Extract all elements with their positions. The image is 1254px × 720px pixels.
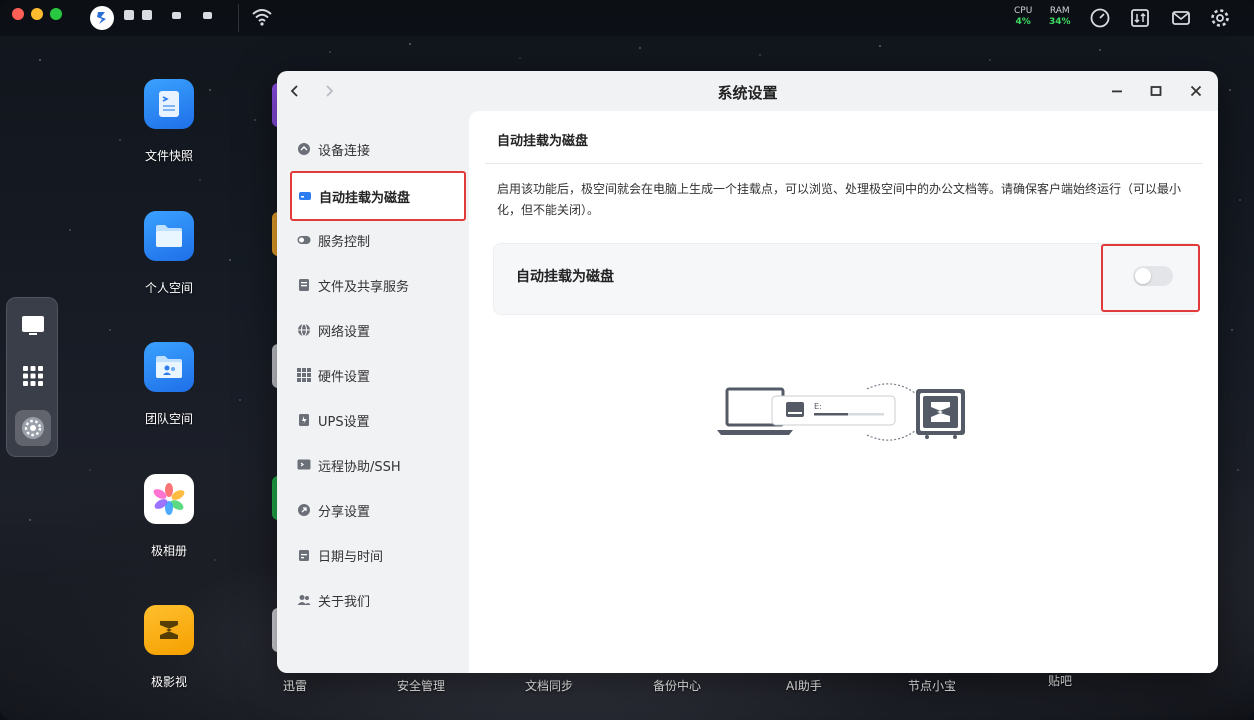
settings-sidebar: 设备连接 自动挂载为磁盘 服务控制 文件及共享服务 网络设置 硬件设置 UPS设… [277,111,469,673]
minimize-traffic-light[interactable] [31,8,43,20]
sidebar-item-hardware[interactable]: 硬件设置 [291,355,465,395]
auto-mount-card: 自动挂载为磁盘 [493,243,1200,315]
menu-bar: CPU 4% RAM 34% [0,0,1254,36]
settings-window: 系统设置 设备连接 自动挂载为磁盘 服务控制 文件及共享服务 网络设置 硬件设置… [277,71,1218,673]
sidebar-item-network[interactable]: 网络设置 [291,310,465,350]
section-divider [485,163,1202,164]
close-button[interactable] [1186,81,1206,101]
sidebar-item-label: 设备连接 [318,143,371,159]
sidebar-item-label: 硬件设置 [318,369,371,385]
desktop-icon-team-space[interactable]: 团队空间 [129,342,209,427]
bottom-app-label[interactable]: 节点小宝 [908,677,956,694]
mount-illustration: E: [717,383,969,449]
sidebar-item-ups[interactable]: UPS设置 [291,400,465,440]
desktop-icon-video[interactable]: 极影视 [129,605,209,690]
desktop-icon-label: 极相册 [150,544,187,558]
desktop-icon-photos[interactable]: 极相册 [129,474,209,559]
photos-icon [144,474,194,524]
sidebar-item-device-connection[interactable]: 设备连接 [291,129,465,169]
desktop-icon-label: 团队空间 [144,412,193,426]
desktop-icon-label: 文件快照 [144,149,193,163]
sidebar-item-label: 服务控制 [318,234,371,250]
sidebar-item-label: 日期与时间 [318,549,384,565]
section-description: 启用该功能后，极空间就会在电脑上生成一个挂载点，可以浏览、处理极空间中的办公文档… [497,182,1182,217]
bottom-app-label[interactable]: 贴吧 [1048,672,1072,689]
sidebar-item-label: UPS设置 [318,414,370,430]
window-title: 系统设置 [717,84,778,102]
globe-icon [297,323,311,337]
remote-icon [297,458,311,472]
desktop-icon-label: 个人空间 [144,281,193,295]
window-titlebar[interactable]: 系统设置 [277,71,1218,111]
sidebar-item-remote-ssh[interactable]: 远程协助/SSH [291,445,465,485]
gear-icon[interactable] [1208,6,1232,30]
sidebar-item-about[interactable]: 关于我们 [291,580,465,620]
taskbar-window-icon[interactable] [124,10,134,20]
side-dock [6,297,58,457]
device-link-icon [297,142,311,156]
taskbar-window-icon[interactable] [172,12,181,19]
ram-label: RAM [1049,6,1070,16]
zoom-traffic-light[interactable] [50,8,62,20]
minimize-button[interactable] [1107,81,1127,101]
taskbar-window-icon[interactable] [142,10,152,20]
section-title: 自动挂载为磁盘 [497,134,589,149]
menu-bar-divider [238,4,239,32]
desktop-icon-personal-space[interactable]: 个人空间 [129,211,209,296]
sidebar-item-label: 分享设置 [318,504,371,520]
settings-content: 自动挂载为磁盘 启用该功能后，极空间就会在电脑上生成一个挂载点，可以浏览、处理极… [469,111,1218,673]
desktop-icon-file-snapshot[interactable]: 文件快照 [129,79,209,164]
wifi-icon[interactable] [251,7,273,31]
sidebar-item-file-share[interactable]: 文件及共享服务 [291,265,465,305]
video-icon [144,605,194,655]
dock-apps-button[interactable] [15,358,51,394]
auto-mount-label: 自动挂载为磁盘 [516,269,614,285]
sidebar-item-label: 关于我们 [318,594,371,610]
bottom-app-label[interactable]: 迅雷 [283,677,307,694]
calendar-icon [297,548,311,562]
file-snapshot-icon [144,79,194,129]
disk-icon [298,189,312,203]
file-share-icon [297,278,311,292]
cpu-value: 4% [1015,17,1031,27]
ram-value: 34% [1049,17,1071,27]
close-traffic-light[interactable] [12,8,24,20]
mail-icon[interactable] [1169,6,1193,30]
cpu-label: CPU [1014,6,1033,16]
bottom-app-label[interactable]: 安全管理 [397,677,445,694]
dock-settings-button[interactable] [15,410,51,446]
ram-indicator[interactable]: RAM 34% [1049,6,1071,28]
dock-desktop-button[interactable] [15,308,51,344]
grid-icon [297,368,311,382]
sidebar-item-label: 文件及共享服务 [318,279,410,295]
speedometer-icon[interactable] [1088,6,1112,30]
toggle-knob [1135,268,1151,284]
sidebar-item-date-time[interactable]: 日期与时间 [291,535,465,575]
sidebar-item-auto-mount[interactable]: 自动挂载为磁盘 [290,171,466,221]
sidebar-item-service-control[interactable]: 服务控制 [291,220,465,260]
sidebar-item-share-settings[interactable]: 分享设置 [291,490,465,530]
bottom-app-label[interactable]: AI助手 [786,677,822,694]
desktop-icon-label: 极影视 [150,675,187,689]
team-folder-icon [144,342,194,392]
maximize-button[interactable] [1146,81,1166,101]
bottom-app-label[interactable]: 文档同步 [525,677,573,694]
folder-icon [144,211,194,261]
auto-mount-toggle[interactable] [1133,266,1173,286]
app-logo-icon[interactable] [90,6,114,30]
toggle-icon [297,233,311,247]
sidebar-item-label: 自动挂载为磁盘 [319,190,411,206]
toggle-highlight [1101,244,1200,312]
sidebar-item-label: 网络设置 [318,324,371,340]
bottom-app-label[interactable]: 备份中心 [653,677,701,694]
people-icon [297,593,311,607]
drive-letter: E: [814,402,822,411]
ups-icon [297,413,311,427]
cpu-indicator[interactable]: CPU 4% [1014,6,1032,28]
taskbar-window-icon[interactable] [203,12,212,19]
share-icon [297,503,311,517]
sidebar-item-label: 远程协助/SSH [318,459,401,475]
transfer-icon[interactable] [1128,6,1152,30]
